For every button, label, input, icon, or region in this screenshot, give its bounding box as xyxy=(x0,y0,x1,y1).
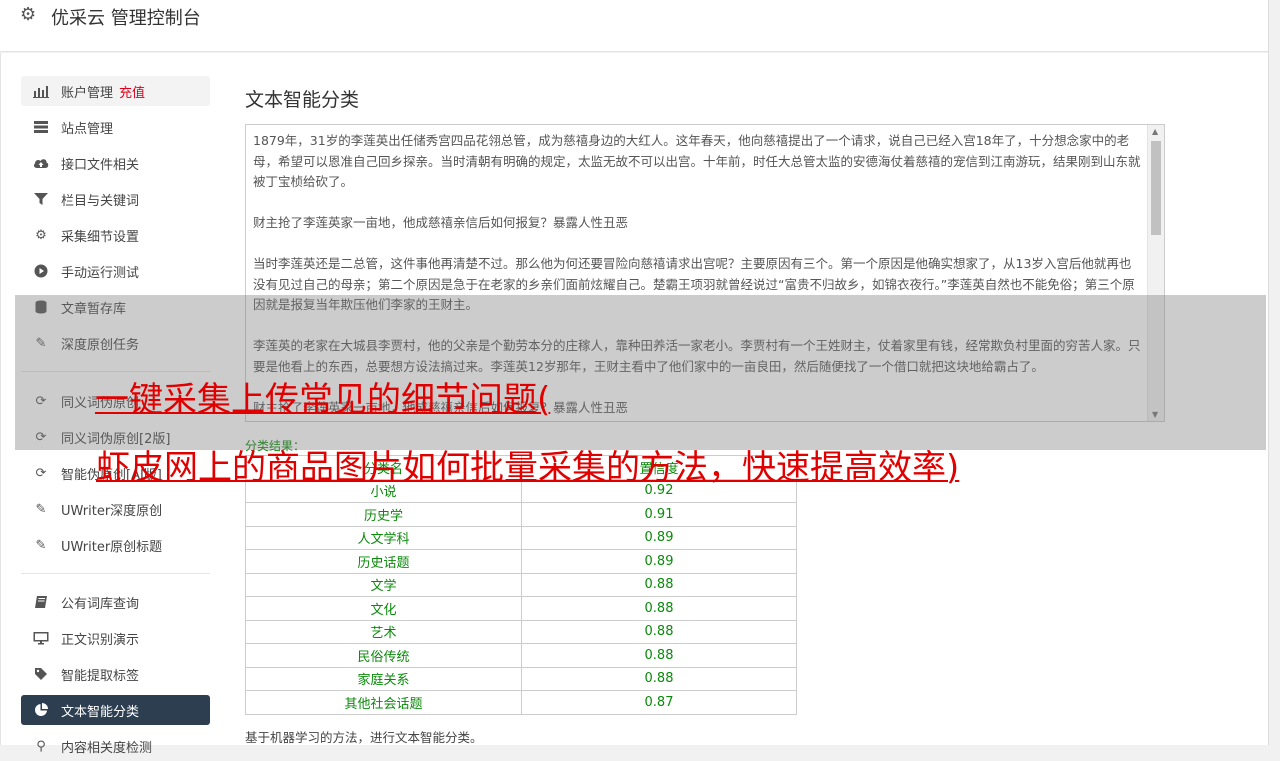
sidebar-item-uwriter-title[interactable]: ✎ UWriter原创标题 xyxy=(21,530,210,560)
confidence-cell: 0.88 xyxy=(521,619,797,644)
page-title: 文本智能分类 xyxy=(245,89,360,111)
table-row: 历史话题 0.89 xyxy=(245,549,797,574)
sidebar-item-collect-settings[interactable]: ⚙ 采集细节设置 xyxy=(21,220,210,250)
sidebar-item-label: 公有词库查询 xyxy=(61,596,140,612)
monitor-icon xyxy=(32,630,50,646)
category-cell: 历史学 xyxy=(245,502,522,527)
app-title: 优采云 管理控制台 xyxy=(51,8,201,29)
filter-icon xyxy=(32,191,50,207)
recharge-link[interactable]: 充值 xyxy=(119,82,145,101)
sidebar-divider xyxy=(21,573,210,574)
category-cell: 人文学科 xyxy=(245,525,522,550)
overlay-title-line-2: 虾皮网上的商品图片如何批量采集的方法，快速提高效率) xyxy=(96,448,960,488)
sidebar-item-label: 采集细节设置 xyxy=(61,229,140,245)
confidence-cell: 0.89 xyxy=(521,525,797,550)
sidebar-item-manual-run[interactable]: 手动运行测试 xyxy=(21,256,210,286)
sidebar-item-text-recognition[interactable]: 正文识别演示 xyxy=(21,623,210,653)
table-row: 艺术 0.88 xyxy=(245,619,797,644)
tag-icon xyxy=(32,666,50,682)
table-row: 家庭关系 0.88 xyxy=(245,666,797,691)
gear-icon[interactable]: ⚙ xyxy=(20,5,40,25)
sidebar-item-label: 栏目与关键词 xyxy=(61,193,140,209)
category-cell: 民俗传统 xyxy=(245,643,522,668)
category-cell: 文化 xyxy=(245,596,522,621)
book-icon xyxy=(32,594,50,610)
classification-table: 分类名 置信度 小说 0.92 历史学 0.91 人文学科 0.89 历史话题 0.89… xyxy=(245,455,797,715)
sidebar-item-label: UWriter原创标题 xyxy=(61,539,163,555)
category-cell: 文学 xyxy=(245,572,522,597)
sidebar-item-label: 智能提取标签 xyxy=(61,668,140,684)
sidebar-item-label: 内容相关度检测 xyxy=(61,740,153,756)
scroll-up-arrow-icon[interactable]: ▲ xyxy=(1152,127,1158,136)
sidebar-item-label: 正文识别演示 xyxy=(61,632,140,648)
confidence-cell: 0.88 xyxy=(521,666,797,691)
table-row: 其他社会话题 0.87 xyxy=(245,690,797,715)
table-row: 文学 0.88 xyxy=(245,572,797,597)
search-icon: ⚲ xyxy=(36,738,46,754)
scrollbar-thumb[interactable] xyxy=(1151,141,1161,235)
server-icon xyxy=(32,119,50,135)
bar-chart-icon xyxy=(32,83,50,99)
refresh-icon: ⟳ xyxy=(35,465,47,481)
gears-icon: ⚙ xyxy=(35,227,47,243)
sidebar-item-text-classify[interactable]: 文本智能分类 xyxy=(21,695,210,725)
text-paragraph: 财主抢了李莲英家一亩地，他成慈禧亲信后如何报复？暴露人性丑恶 xyxy=(253,215,629,230)
footer-note: 基于机器学习的方法，进行文本智能分类。 xyxy=(245,730,483,745)
overlay-title-line-1: 一键采集上传常见的细节问题( xyxy=(95,380,551,420)
pie-chart-icon xyxy=(32,702,50,718)
category-cell: 其他社会话题 xyxy=(245,690,522,715)
sidebar-item-sites[interactable]: 站点管理 xyxy=(21,112,210,142)
category-cell: 家庭关系 xyxy=(245,666,522,691)
sidebar-item-interface-files[interactable]: 接口文件相关 xyxy=(21,148,210,178)
sidebar-item-label: 账户管理 xyxy=(61,85,114,101)
cloud-upload-icon xyxy=(32,155,50,171)
text-paragraph: 1879年，31岁的李莲英出任储秀宫四品花翎总管，成为慈禧身边的大红人。这年春天… xyxy=(253,133,1141,189)
sidebar-item-label: 手动运行测试 xyxy=(61,265,140,281)
page-scrollbar[interactable] xyxy=(1268,0,1280,745)
table-row: 民俗传统 0.88 xyxy=(245,643,797,668)
sidebar-item-label: 接口文件相关 xyxy=(61,157,140,173)
confidence-cell: 0.89 xyxy=(521,549,797,574)
confidence-cell: 0.88 xyxy=(521,643,797,668)
confidence-cell: 0.91 xyxy=(521,502,797,527)
edit-icon: ✎ xyxy=(35,537,47,553)
top-bar: ⚙ 优采云 管理控制台 xyxy=(0,0,1268,52)
confidence-cell: 0.87 xyxy=(521,690,797,715)
table-row: 人文学科 0.89 xyxy=(245,525,797,550)
sidebar-item-columns-keywords[interactable]: 栏目与关键词 xyxy=(21,184,210,214)
edit-icon: ✎ xyxy=(35,501,47,517)
sidebar-item-label: UWriter深度原创 xyxy=(61,503,163,519)
confidence-cell: 0.88 xyxy=(521,572,797,597)
sidebar-item-extract-tags[interactable]: 智能提取标签 xyxy=(21,659,210,689)
sidebar-item-label: 站点管理 xyxy=(61,121,114,137)
play-circle-icon xyxy=(32,263,50,279)
category-cell: 历史话题 xyxy=(245,549,522,574)
sidebar-item-label: 文本智能分类 xyxy=(61,704,140,720)
sidebar-item-relevance-check[interactable]: ⚲ 内容相关度检测 xyxy=(21,731,210,761)
sidebar-item-account[interactable]: 账户管理 充值 xyxy=(21,76,210,106)
table-row: 历史学 0.91 xyxy=(245,502,797,527)
confidence-cell: 0.88 xyxy=(521,596,797,621)
sidebar-item-uwriter-deep[interactable]: ✎ UWriter深度原创 xyxy=(21,494,210,524)
table-row: 文化 0.88 xyxy=(245,596,797,621)
sidebar-item-public-lexicon[interactable]: 公有词库查询 xyxy=(21,587,210,617)
category-cell: 艺术 xyxy=(245,619,522,644)
